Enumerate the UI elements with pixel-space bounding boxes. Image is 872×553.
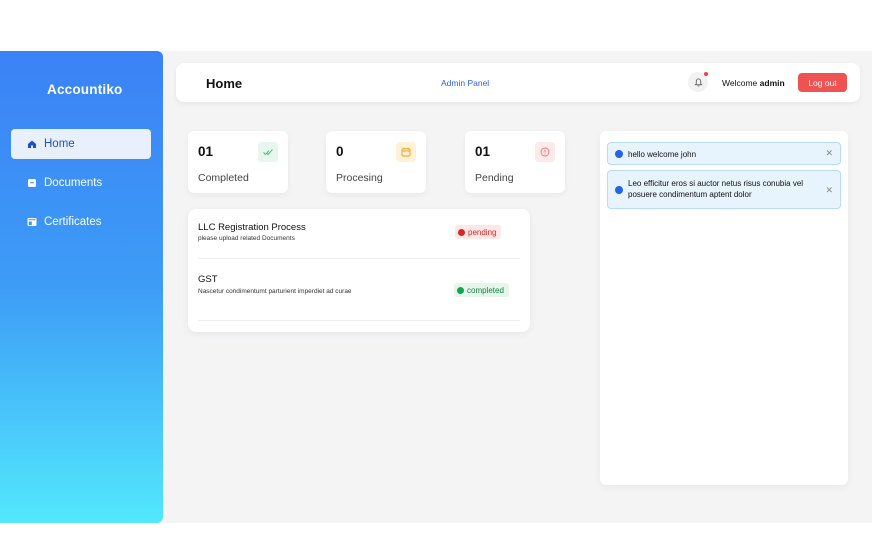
username: admin xyxy=(759,78,785,88)
sidebar-item-label: Home xyxy=(44,138,75,150)
notification-panel: hello welcome john ✕ Leo efficitur eros … xyxy=(600,131,848,485)
home-icon xyxy=(28,140,36,148)
info-icon xyxy=(615,150,623,158)
status-dot-icon xyxy=(457,286,464,294)
admin-panel-link[interactable]: Admin Panel xyxy=(441,78,489,88)
stat-label: Completed xyxy=(198,172,249,184)
process-subtitle: please upload related Documents xyxy=(198,235,295,242)
info-icon xyxy=(615,186,623,194)
sidebar-item-home[interactable]: Home xyxy=(11,129,151,159)
app-shell: Accountiko Home Documents Certificates H… xyxy=(0,51,872,523)
stat-card-completed: 01 Completed xyxy=(188,131,288,193)
top-header: Home Admin Panel Welcome admin Log out xyxy=(176,63,860,102)
notification-bell-button[interactable] xyxy=(688,72,708,92)
process-subtitle: Nascetur condimentumt parturient imperdi… xyxy=(198,288,352,295)
notification-dot xyxy=(704,72,708,76)
divider xyxy=(198,320,520,321)
status-badge: pending xyxy=(455,225,502,239)
stat-card-processing: 0 Procesing xyxy=(326,131,426,193)
notification-alert: Leo efficitur eros si auctor netus risus… xyxy=(607,170,841,209)
stat-value: 01 xyxy=(475,144,491,159)
bell-icon xyxy=(693,77,703,86)
notification-alert: hello welcome john ✕ xyxy=(607,142,841,165)
sidebar-item-documents[interactable]: Documents xyxy=(11,168,151,198)
welcome-prefix: Welcome xyxy=(722,78,758,88)
process-list: LLC Registration Process please upload r… xyxy=(188,209,530,332)
process-title: LLC Registration Process xyxy=(198,222,306,233)
logout-button[interactable]: Log out xyxy=(798,73,847,92)
stat-label: Pending xyxy=(475,172,514,184)
status-text: pending xyxy=(468,227,497,237)
notification-text: Leo efficitur eros si auctor netus risus… xyxy=(628,179,804,199)
stat-value: 0 xyxy=(336,144,344,159)
page-title: Home xyxy=(206,76,243,91)
close-icon[interactable]: ✕ xyxy=(825,148,833,159)
double-check-icon xyxy=(258,142,278,162)
stat-label: Procesing xyxy=(336,172,383,184)
sidebar-item-label: Certificates xyxy=(44,216,102,228)
certificate-icon xyxy=(27,218,37,226)
status-dot-icon xyxy=(458,228,465,236)
app-logo: Accountiko xyxy=(47,82,123,97)
status-badge: completed xyxy=(454,283,509,297)
sidebar-item-certificates[interactable]: Certificates xyxy=(11,207,151,237)
sidebar: Accountiko Home Documents Certificates xyxy=(0,51,163,523)
calendar-icon xyxy=(396,142,416,162)
stat-card-pending: 01 Pending xyxy=(465,131,565,193)
sidebar-item-label: Documents xyxy=(44,177,103,189)
status-text: completed xyxy=(467,285,504,295)
info-circle-icon xyxy=(535,142,555,162)
document-icon xyxy=(28,179,36,187)
process-title: GST xyxy=(198,274,218,285)
close-icon[interactable]: ✕ xyxy=(825,185,833,196)
notification-text: hello welcome john xyxy=(628,150,697,159)
welcome-text: Welcome admin xyxy=(722,78,785,88)
stat-value: 01 xyxy=(198,144,214,159)
divider xyxy=(198,258,520,259)
